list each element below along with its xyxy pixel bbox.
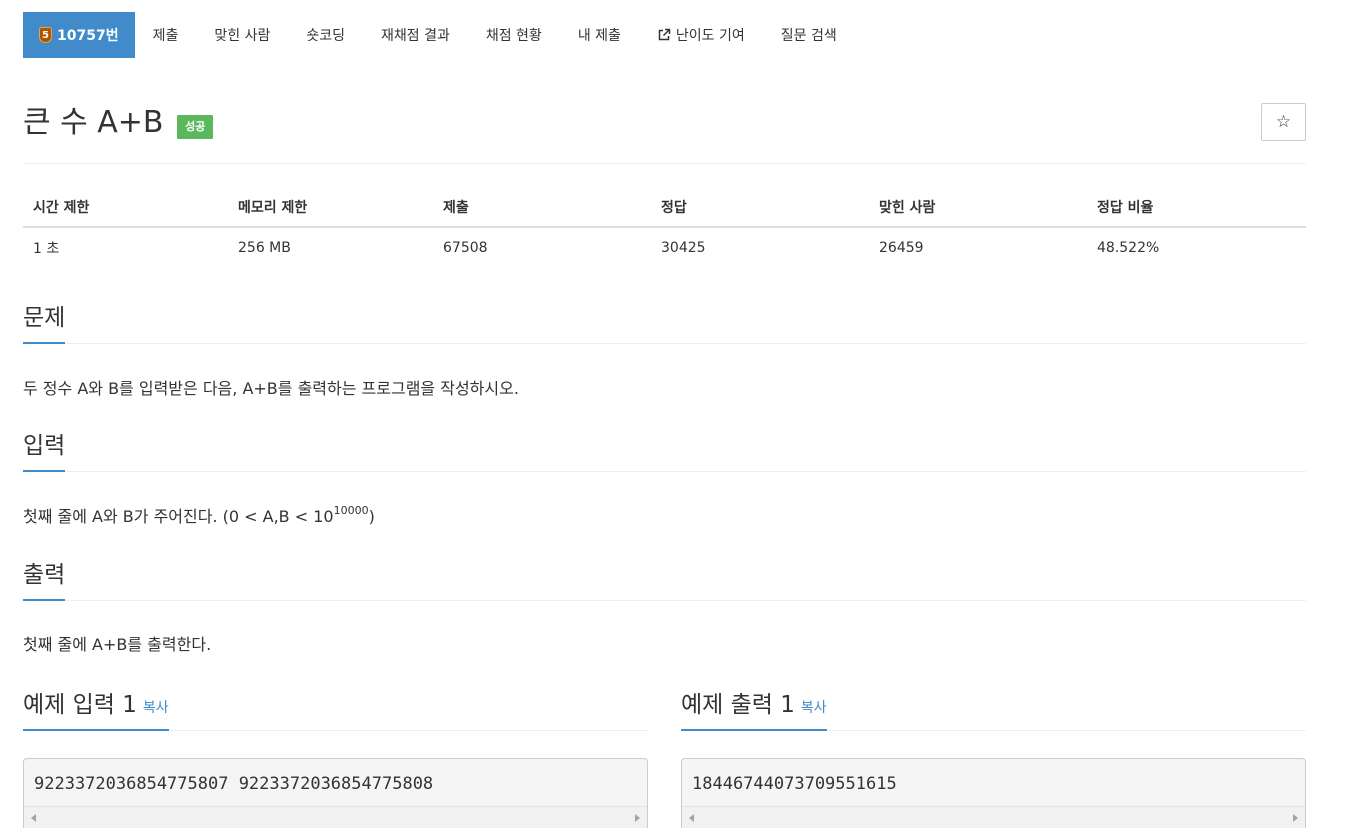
sample-input-header: 예제 입력 1 복사 xyxy=(23,688,648,731)
tab-difficulty-contribution[interactable]: 난이도 기여 xyxy=(639,12,763,58)
table-row: 1 초 256 MB 67508 30425 26459 48.522% xyxy=(23,227,1306,267)
star-outline-icon: ☆ xyxy=(1275,112,1292,132)
output-section-header: 출력 xyxy=(23,559,1306,601)
copy-sample-output-link[interactable]: 복사 xyxy=(801,700,827,716)
tab-label: 채점 현황 xyxy=(485,28,542,44)
status-badge: 성공 xyxy=(177,114,214,139)
value-submissions: 67508 xyxy=(443,239,488,256)
input-text-main: 첫째 줄에 A와 B가 주어진다. (0 < A,B < 10 xyxy=(23,507,334,526)
sample-input-content: 9223372036854775807 9223372036854775808 xyxy=(34,774,434,794)
tab-problem-label: 10757번 xyxy=(57,28,119,44)
tab-solved-users[interactable]: 맞힌 사람 xyxy=(196,12,288,58)
input-text-tail: ) xyxy=(368,507,375,526)
sample-output-header: 예제 출력 1 복사 xyxy=(681,688,1306,731)
page-title: 큰 수 A+B 성공 xyxy=(23,102,214,144)
scroll-right-icon[interactable] xyxy=(1293,814,1298,822)
value-time-limit: 1 초 xyxy=(33,240,60,257)
tab-my-submissions[interactable]: 내 제출 xyxy=(560,12,639,58)
scroll-left-icon[interactable] xyxy=(31,814,36,822)
header-solved-users: 맞힌 사람 xyxy=(869,187,1087,228)
header-accepted: 정답 xyxy=(651,187,869,228)
tab-label: 맞힌 사람 xyxy=(214,28,271,44)
problem-info-table: 시간 제한 메모리 제한 제출 정답 맞힌 사람 정답 비율 1 초 256 M… xyxy=(23,187,1306,267)
sample-output-title: 예제 출력 1 xyxy=(681,692,795,718)
tab-question-search[interactable]: 질문 검색 xyxy=(763,12,855,58)
tab-label: 난이도 기여 xyxy=(675,28,745,44)
tab-judge-status[interactable]: 채점 현황 xyxy=(468,12,560,58)
tab-short-coding[interactable]: 숏코딩 xyxy=(288,12,363,58)
table-header-row: 시간 제한 메모리 제한 제출 정답 맞힌 사람 정답 비율 xyxy=(23,187,1306,228)
tab-problem[interactable]: 5 10757번 xyxy=(23,12,135,58)
problem-title: 큰 수 A+B xyxy=(23,105,164,140)
value-memory-limit: 256 MB xyxy=(238,239,291,256)
sample-input-box: 9223372036854775807 9223372036854775808 xyxy=(23,758,648,828)
tab-label: 질문 검색 xyxy=(780,28,837,44)
description-heading: 문제 xyxy=(23,302,66,344)
favorite-button[interactable]: ☆ xyxy=(1261,103,1306,141)
input-heading: 입력 xyxy=(23,430,66,472)
scroll-right-icon[interactable] xyxy=(635,814,640,822)
header-time-limit: 시간 제한 xyxy=(23,187,228,228)
tab-label: 제출 xyxy=(152,28,179,44)
tab-rejudge-results[interactable]: 재채점 결과 xyxy=(363,12,468,58)
input-text-exponent: 10000 xyxy=(333,504,369,517)
copy-sample-input-link[interactable]: 복사 xyxy=(143,700,169,716)
description-section-header: 문제 xyxy=(23,302,1306,344)
tab-submit[interactable]: 제출 xyxy=(135,12,197,58)
sample-output-box: 18446744073709551615 xyxy=(681,758,1306,828)
scroll-left-icon[interactable] xyxy=(689,814,694,822)
horizontal-scrollbar[interactable] xyxy=(24,806,647,828)
output-heading: 출력 xyxy=(23,559,66,601)
problem-nav-tabs: 5 10757번 제출 맞힌 사람 숏코딩 재채점 결과 채점 현황 내 제출 … xyxy=(23,12,855,58)
value-accepted: 30425 xyxy=(661,239,706,256)
output-text: 첫째 줄에 A+B를 출력한다. xyxy=(23,635,212,654)
tier-badge-icon: 5 xyxy=(39,27,52,43)
sample-input-title: 예제 입력 1 xyxy=(23,692,137,718)
tab-label: 숏코딩 xyxy=(306,28,345,44)
sample-output-heading: 예제 출력 1 복사 xyxy=(681,688,827,731)
header-submissions: 제출 xyxy=(433,187,651,228)
horizontal-scrollbar[interactable] xyxy=(682,806,1305,828)
title-row: 큰 수 A+B 성공 ☆ xyxy=(23,102,1306,164)
tab-label: 내 제출 xyxy=(577,28,621,44)
value-accept-ratio: 48.522% xyxy=(1097,239,1160,256)
sample-output-content: 18446744073709551615 xyxy=(692,774,897,794)
tab-label: 재채점 결과 xyxy=(380,28,450,44)
description-text: 두 정수 A와 B를 입력받은 다음, A+B를 출력하는 프로그램을 작성하시… xyxy=(23,379,519,398)
sample-input-heading: 예제 입력 1 복사 xyxy=(23,688,169,731)
input-section-header: 입력 xyxy=(23,430,1306,472)
external-link-icon xyxy=(658,28,671,41)
header-accept-ratio: 정답 비율 xyxy=(1087,187,1306,228)
value-solved-users: 26459 xyxy=(879,239,924,256)
header-memory-limit: 메모리 제한 xyxy=(228,187,433,228)
input-text: 첫째 줄에 A와 B가 주어진다. (0 < A,B < 1010000) xyxy=(23,504,375,529)
